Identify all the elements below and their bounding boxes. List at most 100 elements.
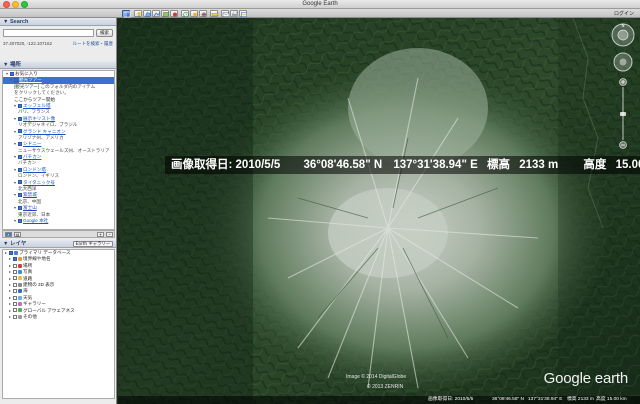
- path-icon: [153, 12, 161, 17]
- places-tree-item-label: [観光ツアー] このフォルダ内のアイテム: [14, 83, 96, 89]
- longitude: 137°31'38.94" E: [393, 159, 478, 171]
- add-place-button[interactable]: +: [97, 232, 104, 237]
- layer-checkbox[interactable]: [13, 269, 17, 274]
- look-joystick[interactable]: N: [611, 23, 635, 47]
- layer-checkbox[interactable]: [13, 314, 17, 319]
- layer-item-label: ギャラリー: [23, 301, 46, 307]
- layer-checkbox[interactable]: [13, 295, 17, 300]
- layer-checkbox[interactable]: [13, 282, 17, 287]
- pushpin-icon: [137, 12, 141, 18]
- places-tree-item-label: リオデジャネイロ、ブラジル: [18, 122, 78, 128]
- places-panel-header[interactable]: ▼ 場所: [0, 61, 116, 69]
- earth-map-view[interactable]: 画像取得日: 2010/5/5 36°08'46.58" N 137°31'38…: [118, 18, 640, 404]
- visibility-checkbox[interactable]: [10, 71, 14, 76]
- places-tree-item-label[interactable]: グランド キャニオン: [23, 129, 66, 134]
- layer-checkbox[interactable]: [13, 301, 17, 306]
- email-button[interactable]: [221, 10, 230, 17]
- path-button[interactable]: [152, 10, 161, 17]
- status-bar: 画像取得日: 2010/5/5 36°08'46.58" N 137°31'38…: [118, 396, 640, 404]
- places-tree-item-label[interactable]: シドニー: [23, 141, 41, 146]
- places-tree-item-label[interactable]: 展示キリスト像: [23, 116, 55, 121]
- title-bar: Google Earth: [0, 0, 640, 9]
- ruler-button[interactable]: [210, 10, 219, 17]
- places-tree-item-label[interactable]: バチカン: [23, 154, 41, 159]
- search-input[interactable]: [3, 29, 94, 37]
- earth-gallery-button[interactable]: Earth ギャラリー: [72, 241, 113, 247]
- navigation-controls[interactable]: N: [610, 22, 636, 152]
- view-in-maps-button[interactable]: [239, 10, 247, 17]
- historical-imagery-button[interactable]: [181, 10, 189, 18]
- tour-button[interactable]: [170, 10, 178, 17]
- sunlight-button[interactable]: [190, 10, 198, 17]
- places-tree-item-label[interactable]: 富士山: [23, 205, 37, 210]
- places-tree-item-label[interactable]: 紫禁城: [23, 192, 37, 197]
- layer-icon: [18, 314, 22, 319]
- planets-button[interactable]: [199, 10, 208, 17]
- layer-item-label: 境界線や地名: [23, 256, 51, 262]
- visibility-checkbox[interactable]: [18, 167, 22, 172]
- visibility-checkbox[interactable]: [18, 116, 22, 121]
- imagery-date: 画像取得日: 2010/5/5: [171, 159, 281, 171]
- folder-view-button[interactable]: ▤: [14, 232, 21, 237]
- image-overlay-button[interactable]: [161, 10, 169, 17]
- layer-checkbox[interactable]: [13, 276, 17, 281]
- layer-checkbox[interactable]: [13, 308, 17, 313]
- layer-checkbox[interactable]: [9, 250, 13, 255]
- places-tree-item-label[interactable]: ロンドン塔: [23, 167, 46, 172]
- altitude-label: 高度: [583, 159, 607, 171]
- search-button[interactable]: 検索: [96, 29, 113, 37]
- sidebar-toggle-button[interactable]: [122, 10, 131, 18]
- places-tree-item-label[interactable]: エッフェル塔: [23, 103, 51, 108]
- status-imagery-date: 画像取得日: 2010/5/5: [428, 397, 474, 402]
- layer-icon: [18, 263, 22, 268]
- polygon-icon: [145, 12, 151, 17]
- elevation-value: 2133 m: [519, 159, 559, 171]
- places-tree-item-label[interactable]: タイタニック号: [23, 180, 55, 185]
- layer-checkbox[interactable]: [13, 257, 17, 262]
- sidebar-icon: [123, 11, 131, 18]
- layer-item-label: 道路: [23, 275, 33, 281]
- search-coords-row: 37.407020, -122.107162 ルートを検索・履歴: [0, 40, 116, 48]
- visibility-checkbox[interactable]: [18, 193, 22, 198]
- places-tree-item-label[interactable]: Google 本社: [23, 218, 48, 223]
- visibility-checkbox[interactable]: [18, 205, 22, 210]
- layer-icon: [18, 295, 22, 300]
- visibility-checkbox[interactable]: [18, 142, 22, 147]
- places-toolbar: ⌕ ▤ + −: [2, 230, 115, 238]
- visibility-checkbox[interactable]: [18, 180, 22, 185]
- visibility-checkbox[interactable]: [18, 218, 22, 223]
- layers-tree: ▸ プライマリ データベース ▸ 境界線や地名 ▸ 場所 ▸ 写真 ▸ 道路 ▸ 建物の 3D 表示 ▸…: [2, 249, 115, 399]
- zoom-slider[interactable]: [619, 78, 627, 149]
- layer-icon: [18, 301, 22, 306]
- route-search-link[interactable]: ルートを検索・履歴: [73, 41, 114, 47]
- layer-checkbox[interactable]: [13, 289, 17, 294]
- layer-icon: [18, 289, 22, 294]
- places-tree-item[interactable]: ▾ Google 本社: [3, 218, 114, 224]
- polygon-button[interactable]: [143, 10, 151, 17]
- visibility-checkbox[interactable]: [18, 129, 22, 134]
- layer-item-label: グローバル アウェアネス: [23, 307, 75, 313]
- layer-item[interactable]: ▸ その他: [3, 314, 114, 320]
- login-link[interactable]: ログイン: [614, 10, 634, 17]
- ruler-icon: [211, 13, 219, 16]
- layer-checkbox[interactable]: [13, 263, 17, 268]
- placemark-button[interactable]: [134, 10, 142, 18]
- places-tree-item-label: ロンドン、イギリス: [18, 173, 60, 179]
- north-indicator-icon: N: [622, 23, 625, 28]
- visibility-checkbox[interactable]: [18, 154, 22, 159]
- places-tree-item-label: ニューサウスウェールズ州、オーストラリア: [18, 147, 110, 153]
- places-tree-item-label: お気に入り: [15, 71, 38, 76]
- remove-place-button[interactable]: −: [106, 232, 113, 237]
- search-panel-header[interactable]: ▼ Search: [0, 18, 116, 26]
- move-joystick[interactable]: [613, 52, 633, 72]
- visibility-checkbox[interactable]: [18, 103, 22, 108]
- visibility-checkbox[interactable]: [14, 78, 18, 83]
- search-places-button[interactable]: ⌕: [5, 232, 12, 237]
- places-tree-item-label[interactable]: 観光ツアー: [19, 77, 42, 82]
- print-button[interactable]: [230, 10, 238, 17]
- layer-icon: [18, 257, 22, 262]
- search-panel-title: Search: [9, 19, 29, 25]
- map-data-credit: © 2013 ZENRIN: [367, 384, 404, 390]
- record-tour-icon: [173, 12, 177, 17]
- places-tree-item-label: 北大西洋: [18, 186, 37, 192]
